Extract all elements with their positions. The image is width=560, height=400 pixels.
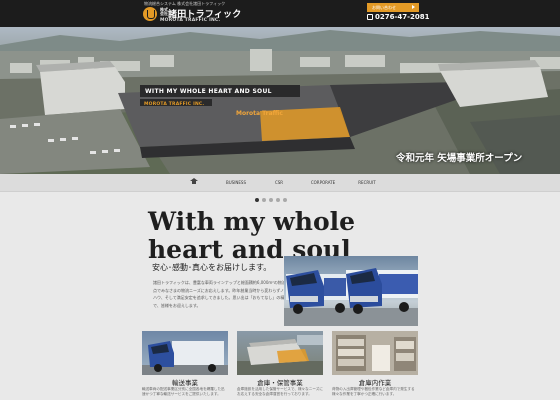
card-title: 倉庫・保管事業 [257,379,303,387]
hero-company: MOROTA TRAFFIC INC. [144,102,205,107]
phone-number[interactable]: 0276-47-2081 [367,13,430,21]
slider-dot[interactable] [262,198,266,202]
company-logo-icon[interactable] [143,7,157,21]
slider-dot[interactable] [276,198,280,202]
page: 物流総合システム 株式会社諸田トラフィック 株式会社 諸田トラフィック MORO… [0,0,560,400]
intro-text: 諸田トラフィックは、豊富な車両ラインナップと総面積約6,000m²の物流拠点でみ… [153,280,290,308]
main-subhead: 安心･感動･真心をお届けします。 [152,263,272,272]
service-card-storage[interactable]: 倉庫・保管事業 倉庫施設を活用した保管サービスで、様々なニーズにお応えする安全な… [237,331,323,400]
corp-type-label: 株式会社 [160,7,168,16]
slider-dot[interactable] [283,198,287,202]
contact-button[interactable]: お問い合わせ [367,3,419,12]
storage-photo [237,331,323,375]
nav-corporate[interactable]: CORPORATE [302,174,344,192]
card-title: 倉庫内作業 [358,379,392,387]
warehouse-left [40,67,125,115]
card-title: 輸送事業 [172,379,198,387]
card-text: 荷物の入出庫管理や梱包作業など倉庫内で発生する様々な作業を丁寧かつ正確に行います… [332,387,415,396]
warehouse-sign: Morota Traffic [236,110,283,117]
warehouse-work-photo [332,331,418,375]
card-text: 輸送車両の配送事業区分別に全国各地を網羅した迅速かつ丁寧な輸送サービスをご提供い… [142,387,225,396]
nav-business[interactable]: BUSINESS [215,174,257,192]
nav-recruit[interactable]: RECRUIT [346,174,388,192]
shelves-icon [332,331,418,375]
slider-dot[interactable] [255,198,259,202]
home-icon [190,178,198,186]
brand-name-en: MOROTA TRAFFIC INC. [160,18,221,23]
transport-photo [142,331,228,375]
warehouse-icon [237,335,323,375]
hero-slogan: WITH MY WHOLE HEART AND SOUL [145,88,272,95]
service-card-transport[interactable]: 輸送事業 輸送車両の配送事業区分別に全国各地を網羅した迅速かつ丁寧な輸送サービス… [142,331,228,400]
truck-icon [142,341,228,375]
phone-text: 0276-47-2081 [375,13,430,21]
main-nav: BUSINESS CSR CORPORATE RECRUIT [0,174,560,192]
trucks-photo [284,256,418,326]
nav-csr[interactable]: CSR [258,174,300,192]
trucks-illustration [284,268,418,326]
nav-home[interactable] [186,174,202,192]
hero-banner: WITH MY WHOLE HEART AND SOUL MOROTA TRAF… [0,27,560,174]
slider-dots [255,198,305,204]
card-text: 倉庫施設を活用した保管サービスで、様々なニーズにお応えする安全な倉庫運営を行って… [237,387,323,396]
hero-caption[interactable]: 令和元年 矢場事業所オープン [396,150,522,164]
phone-icon [367,14,373,20]
site-header: 物流総合システム 株式会社諸田トラフィック 株式会社 諸田トラフィック MORO… [0,0,560,27]
slider-dot[interactable] [269,198,273,202]
headline-line-1: With my whole [148,207,356,236]
service-card-warehouse-work[interactable]: 倉庫内作業 荷物の入出庫管理や梱包作業など倉庫内で発生する様々な作業を丁寧かつ正… [332,331,418,400]
